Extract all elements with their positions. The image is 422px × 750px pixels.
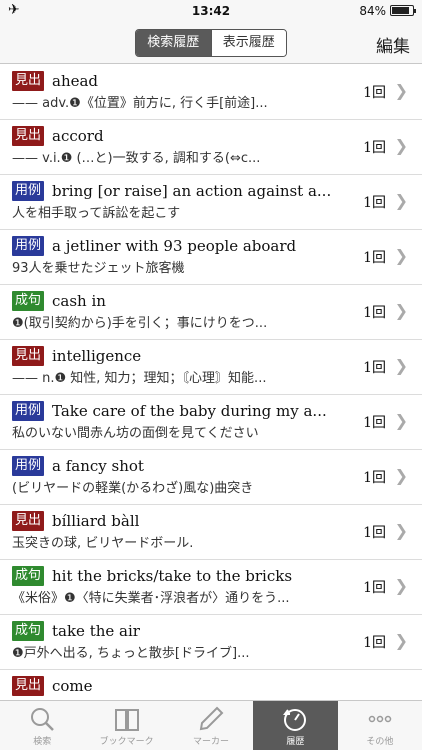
entry-term: bring [or raise] an action against a... [52,182,332,200]
nav-bar: 検索履歴 表示履歴 編集 [0,22,422,64]
history-row[interactable]: 見出 intelligence —— n.❶ 知性, 知力；理知；〘心理〙知能...… [0,340,422,395]
entry-type-badge: 見出 [12,676,45,696]
entry-definition: —— adv.❶《位置》前方に, 行く手[前途]... [12,96,268,111]
entry-type-badge: 見出 [12,511,45,531]
chevron-right-icon: ❯ [394,466,408,485]
history-row[interactable]: 成句 take the air ❶戸外へ出る, ちょっと散歩[ドライブ]... 1回 ❯ [0,615,422,670]
chevron-right-icon: ❯ [394,246,408,265]
view-count: 1回 [363,415,386,431]
entry-definition: 人を相手取って訴訟を起こす [12,206,181,221]
tab-label: 検索 [33,737,52,747]
history-row[interactable]: 成句 hit the bricks/take to the bricks 《米俗》❶… [0,560,422,615]
entry-term: accord [52,127,104,145]
entry-type-badge: 用例 [12,181,45,201]
history-segmented-control: 検索履歴 表示履歴 [135,29,287,57]
history-row[interactable]: 成句 cash in ❶(取引契約から)手を引く；事にけりをつ... 1回 ❯ [0,285,422,340]
history-row[interactable]: 用例 a jetliner with 93 people aboard 93人を乗せ… [0,230,422,285]
battery-fill [392,7,409,14]
entry-term: a fancy shot [52,457,144,475]
view-count: 1回 [363,85,386,101]
entry-definition: ❶(取引契約から)手を引く；事にけりをつ... [12,316,268,331]
entry-type-badge: 成句 [12,621,45,641]
entry-term: bílliard bàll [52,512,140,530]
view-count: 1回 [363,580,386,596]
tab-history[interactable]: 履歴 [253,701,338,750]
view-count: 1回 [363,195,386,211]
chevron-right-icon: ❯ [394,521,408,540]
chevron-right-icon: ❯ [394,356,408,375]
tab-pen[interactable]: マーカー [169,701,253,750]
entry-type-badge: 成句 [12,291,45,311]
segment-view-history[interactable]: 表示履歴 [210,30,286,56]
chevron-right-icon: ❯ [394,301,408,320]
tab-label: ブックマーク [99,737,154,747]
tab-more[interactable]: その他 [338,701,422,750]
segment-search-history[interactable]: 検索履歴 [136,30,211,56]
chevron-right-icon: ❯ [394,81,408,100]
entry-term: cash in [52,292,106,310]
entry-definition: 私のいない間赤ん坊の面倒を見てください [12,426,259,441]
history-list: 見出 ahead —— adv.❶《位置》前方に, 行く手[前途]... 1回 ❯ 見出 a… [0,65,422,700]
entry-term: ahead [52,72,99,90]
tab-search[interactable]: 検索 [0,701,84,750]
battery-percent: 84% [359,4,386,18]
entry-definition: —— v.i.❶ (…と)一致する, 調和する(⇔c... [12,151,261,166]
tab-label: その他 [366,737,394,747]
tab-bar: 検索 ブックマーク マーカー 履歴 その他 [0,700,422,750]
history-row[interactable]: 見出 come [0,670,422,700]
history-row[interactable]: 見出 bílliard bàll 玉突きの球, ビリヤードボール. 1回 ❯ [0,505,422,560]
edit-button[interactable]: 編集 [376,32,410,57]
entry-definition: 《米俗》❶〈特に失業者･浮浪者が〉通りをう... [12,591,290,606]
history-row[interactable]: 見出 ahead —— adv.❶《位置》前方に, 行く手[前途]... 1回 ❯ [0,65,422,120]
view-count: 1回 [363,140,386,156]
chevron-right-icon: ❯ [394,631,408,650]
battery-icon [390,5,416,16]
entry-type-badge: 用例 [12,401,45,421]
entry-type-badge: 見出 [12,346,45,366]
entry-term: come [52,677,93,695]
chevron-right-icon: ❯ [394,191,408,210]
view-count: 1回 [363,470,386,486]
entry-definition: 93人を乗せたジェット旅客機 [12,261,185,276]
entry-type-badge: 成句 [12,566,45,586]
entry-definition: (ビリヤードの軽業(かるわざ)風な)曲突き [12,481,254,496]
history-row[interactable]: 用例 bring [or raise] an action against a..… [0,175,422,230]
chevron-right-icon: ❯ [394,576,408,595]
history-row[interactable]: 見出 accord —— v.i.❶ (…と)一致する, 調和する(⇔c... 1回 ❯ [0,120,422,175]
entry-definition: —— n.❶ 知性, 知力；理知；〘心理〙知能... [12,371,267,386]
chevron-right-icon: ❯ [394,411,408,430]
tab-book[interactable]: ブックマーク [84,701,168,750]
tab-label: マーカー [193,737,230,747]
entry-term: a jetliner with 93 people aboard [52,237,297,255]
entry-term: hit the bricks/take to the bricks [52,567,293,585]
entry-type-badge: 見出 [12,71,45,91]
entry-term: Take care of the baby during my a... [52,402,327,420]
tab-label: 履歴 [286,737,305,747]
history-row[interactable]: 用例 Take care of the baby during my a... 私の… [0,395,422,450]
view-count: 1回 [363,360,386,376]
entry-type-badge: 用例 [12,456,45,476]
entry-term: intelligence [52,347,142,365]
entry-term: take the air [52,622,140,640]
entry-definition: 玉突きの球, ビリヤードボール. [12,536,194,551]
view-count: 1回 [363,305,386,321]
view-count: 1回 [363,250,386,266]
entry-type-badge: 見出 [12,126,45,146]
entry-type-badge: 用例 [12,236,45,256]
view-count: 1回 [363,635,386,651]
history-row[interactable]: 用例 a fancy shot (ビリヤードの軽業(かるわざ)風な)曲突き 1回 ❯ [0,450,422,505]
chevron-right-icon: ❯ [394,136,408,155]
status-bar: ✈ 13:42 84% [0,0,422,22]
entry-definition: ❶戸外へ出る, ちょっと散歩[ドライブ]... [12,646,250,661]
view-count: 1回 [363,525,386,541]
